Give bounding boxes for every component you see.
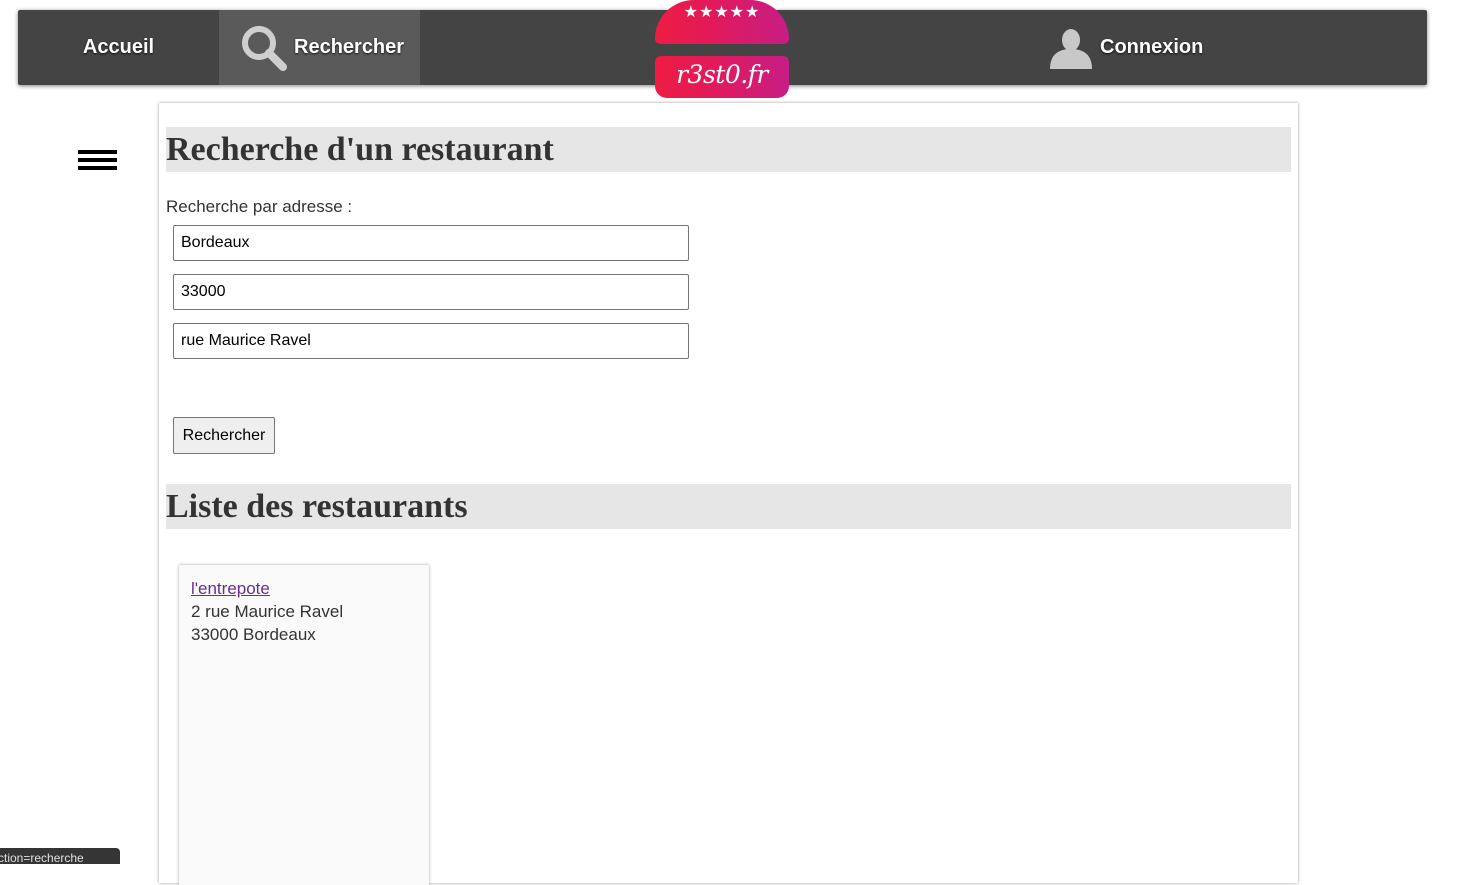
hamburger-icon[interactable] — [78, 150, 118, 174]
street-input[interactable] — [173, 323, 689, 359]
nav-search-link[interactable]: Rechercher — [219, 10, 420, 85]
restaurant-card: l'entrepote 2 rue Maurice Ravel 33000 Bo… — [179, 565, 429, 885]
restaurant-city: 33000 Bordeaux — [191, 625, 316, 644]
restaurant-street: 2 rue Maurice Ravel — [191, 602, 344, 621]
logo-stars: ★★★★★ — [683, 4, 761, 21]
address-search-label: Recherche par adresse : — [166, 197, 353, 216]
zip-code-input[interactable] — [173, 274, 689, 310]
hamburger-line — [78, 150, 117, 154]
nav-login-label: Connexion — [1100, 36, 1204, 58]
nav-home-link[interactable]: Accueil — [18, 10, 219, 85]
nav-search-label: Rechercher — [294, 36, 405, 58]
search-submit-button[interactable]: Rechercher — [173, 417, 275, 454]
hamburger-line — [78, 158, 117, 162]
restaurant-name-link[interactable]: l'entrepote — [191, 579, 270, 599]
nav-login-link[interactable]: Connexion — [1048, 10, 1238, 85]
site-logo[interactable]: ★★★★★ r3st0.fr — [655, 0, 789, 98]
nav-home-label: Accueil — [82, 36, 155, 58]
search-section-title: Recherche d'un restaurant — [166, 127, 1291, 172]
user-silhouette-icon — [1048, 25, 1094, 71]
main-panel: Recherche d'un restaurant Recherche par … — [159, 103, 1298, 885]
restaurant-list-title: Liste des restaurants — [166, 484, 1291, 529]
logo-band — [655, 44, 789, 56]
city-input[interactable] — [173, 225, 689, 261]
magnifier-icon — [238, 22, 290, 74]
logo-text: r3st0.fr — [676, 60, 768, 89]
hamburger-line — [78, 166, 117, 170]
